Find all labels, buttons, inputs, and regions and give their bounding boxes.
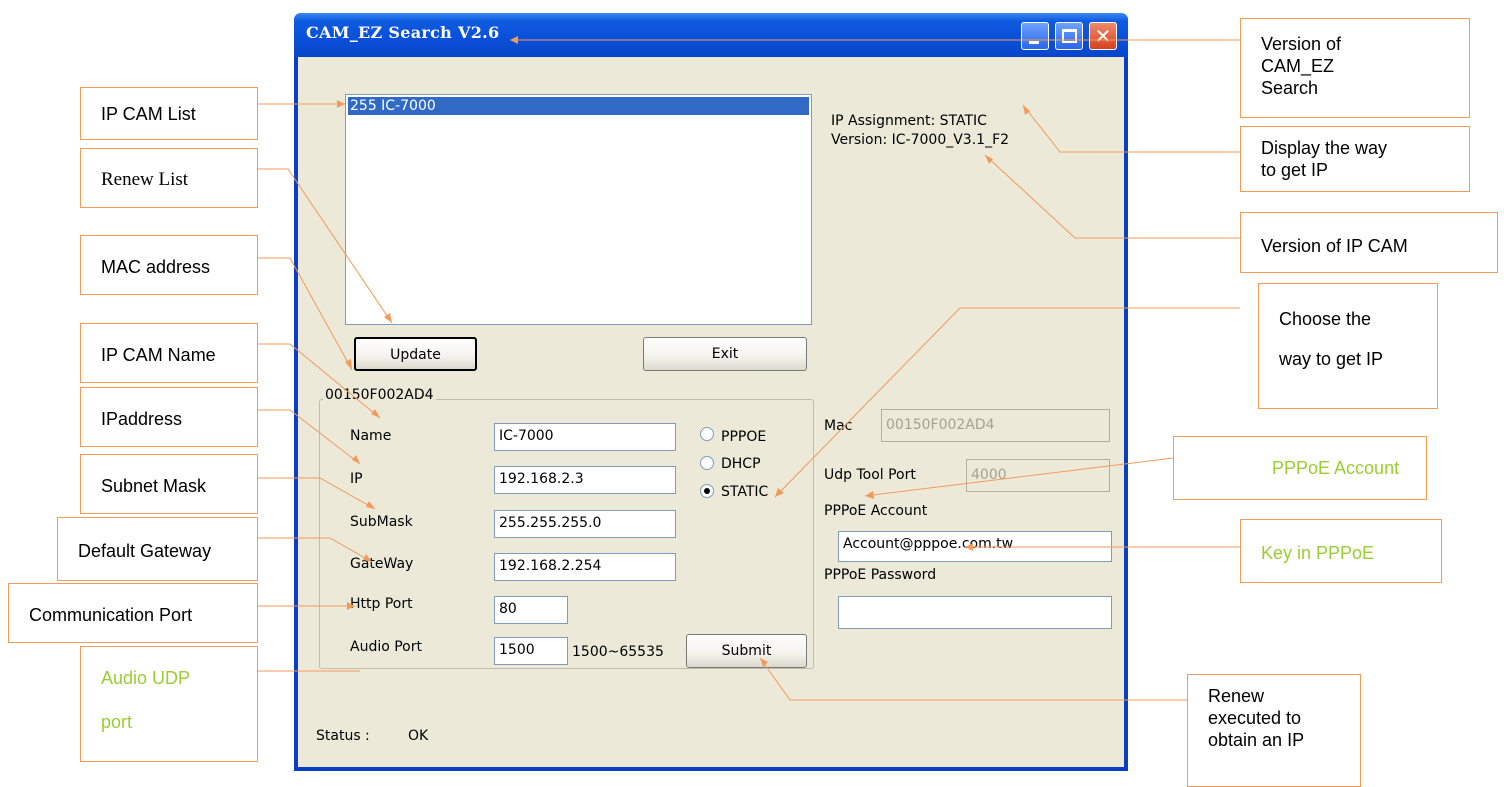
arrowhead-communication-port	[347, 602, 355, 610]
annotation-ip-cam-name: IP CAM Name	[80, 323, 258, 383]
leader-ip-cam-name	[258, 343, 381, 419]
annotation-version-cam: Version of IP CAM	[1240, 212, 1498, 273]
annotation-renew-exec-line3: obtain an IP	[1208, 730, 1305, 750]
annotation-renew-exec-line1: Renew	[1208, 686, 1265, 706]
arrowhead-renew-exec	[760, 658, 768, 667]
arrowhead-default-gateway	[363, 554, 372, 562]
annotation-ipaddress-text: IPaddress	[101, 409, 183, 429]
annotation-choose-way-line2: way to get IP	[1279, 349, 1384, 369]
arrowhead-mac-address	[345, 359, 352, 370]
leader-renew-exec	[759, 657, 1187, 701]
arrowhead-key-in	[965, 543, 973, 551]
annotation-subnet-mask-text: Subnet Mask	[101, 476, 207, 496]
leader-pppoe-account	[864, 457, 1174, 497]
annotation-version-ez-line2: CAM_EZ	[1261, 56, 1335, 76]
arrowhead-version-ez	[510, 36, 518, 44]
arrowhead-display-way	[1023, 105, 1030, 115]
annotation-renew-exec-line2: executed to	[1208, 708, 1302, 728]
annotation-audio-udp: Audio UDP port	[80, 646, 258, 762]
leader-subnet-mask	[258, 477, 376, 510]
leader-ipaddress	[258, 409, 361, 465]
annotation-display-way: Display the way to get IP	[1240, 126, 1470, 192]
annotation-mac-address: MAC address	[80, 235, 258, 295]
leader-display-way	[1022, 104, 1240, 153]
arrowhead-version-cam	[985, 155, 993, 164]
annotation-display-way-line2: to get IP	[1261, 160, 1329, 180]
annotation-subnet-mask: Subnet Mask	[80, 454, 258, 514]
annotation-communication-port-text: Communication Port	[29, 605, 193, 625]
annotation-default-gateway-text: Default Gateway	[78, 541, 212, 561]
annotation-audio-udp-line1: Audio UDP	[101, 668, 191, 688]
annotation-ip-cam-list: IP CAM List	[80, 87, 258, 140]
arrowhead-subnet-mask	[366, 501, 375, 509]
arrowhead-pppoe-account	[865, 491, 874, 499]
annotation-version-ez-line3: Search	[1261, 78, 1319, 98]
annotation-pppoe-account-text: PPPoE Account	[1272, 458, 1400, 478]
leader-default-gateway	[258, 537, 373, 563]
annotation-key-in-pppoe-text: Key in PPPoE	[1261, 543, 1375, 563]
annotation-audio-udp-line2: port	[101, 712, 133, 732]
annotation-default-gateway: Default Gateway	[57, 517, 258, 581]
annotation-display-way-line1: Display the way	[1261, 138, 1388, 158]
annotation-renew-list: Renew List	[80, 148, 258, 208]
annotation-pppoe-account: PPPoE Account	[1173, 436, 1427, 500]
annotation-choose-way: Choose the way to get IP	[1258, 283, 1438, 409]
annotation-ip-cam-list-text: IP CAM List	[101, 104, 196, 124]
arrowhead-renew-list	[384, 313, 392, 323]
leader-mac-address	[258, 257, 353, 371]
annotation-renew-executed: Renew executed to obtain an IP	[1187, 674, 1361, 787]
annotation-ipaddress: IPaddress	[80, 387, 258, 447]
arrowhead-ipaddress	[352, 455, 360, 464]
annotation-mac-address-text: MAC address	[101, 257, 211, 277]
annotation-version-ez: Version of CAM_EZ Search	[1240, 18, 1470, 118]
annotation-choose-way-line1: Choose the	[1279, 309, 1372, 329]
annotation-version-ez-line1: Version of	[1261, 34, 1342, 54]
arrowhead-ip-cam-name	[371, 409, 380, 418]
leader-renew-list	[258, 168, 393, 324]
annotation-key-in-pppoe: Key in PPPoE	[1240, 519, 1442, 583]
arrowhead-ip-cam-list	[337, 100, 345, 108]
annotation-renew-list-text: Renew List	[101, 169, 189, 190]
leader-version-cam	[984, 154, 1240, 239]
annotation-communication-port: Communication Port	[8, 583, 258, 643]
leader-choose-way	[774, 307, 1240, 498]
annotation-version-cam-text: Version of IP CAM	[1261, 236, 1408, 256]
annotation-ip-cam-name-text: IP CAM Name	[101, 345, 216, 365]
